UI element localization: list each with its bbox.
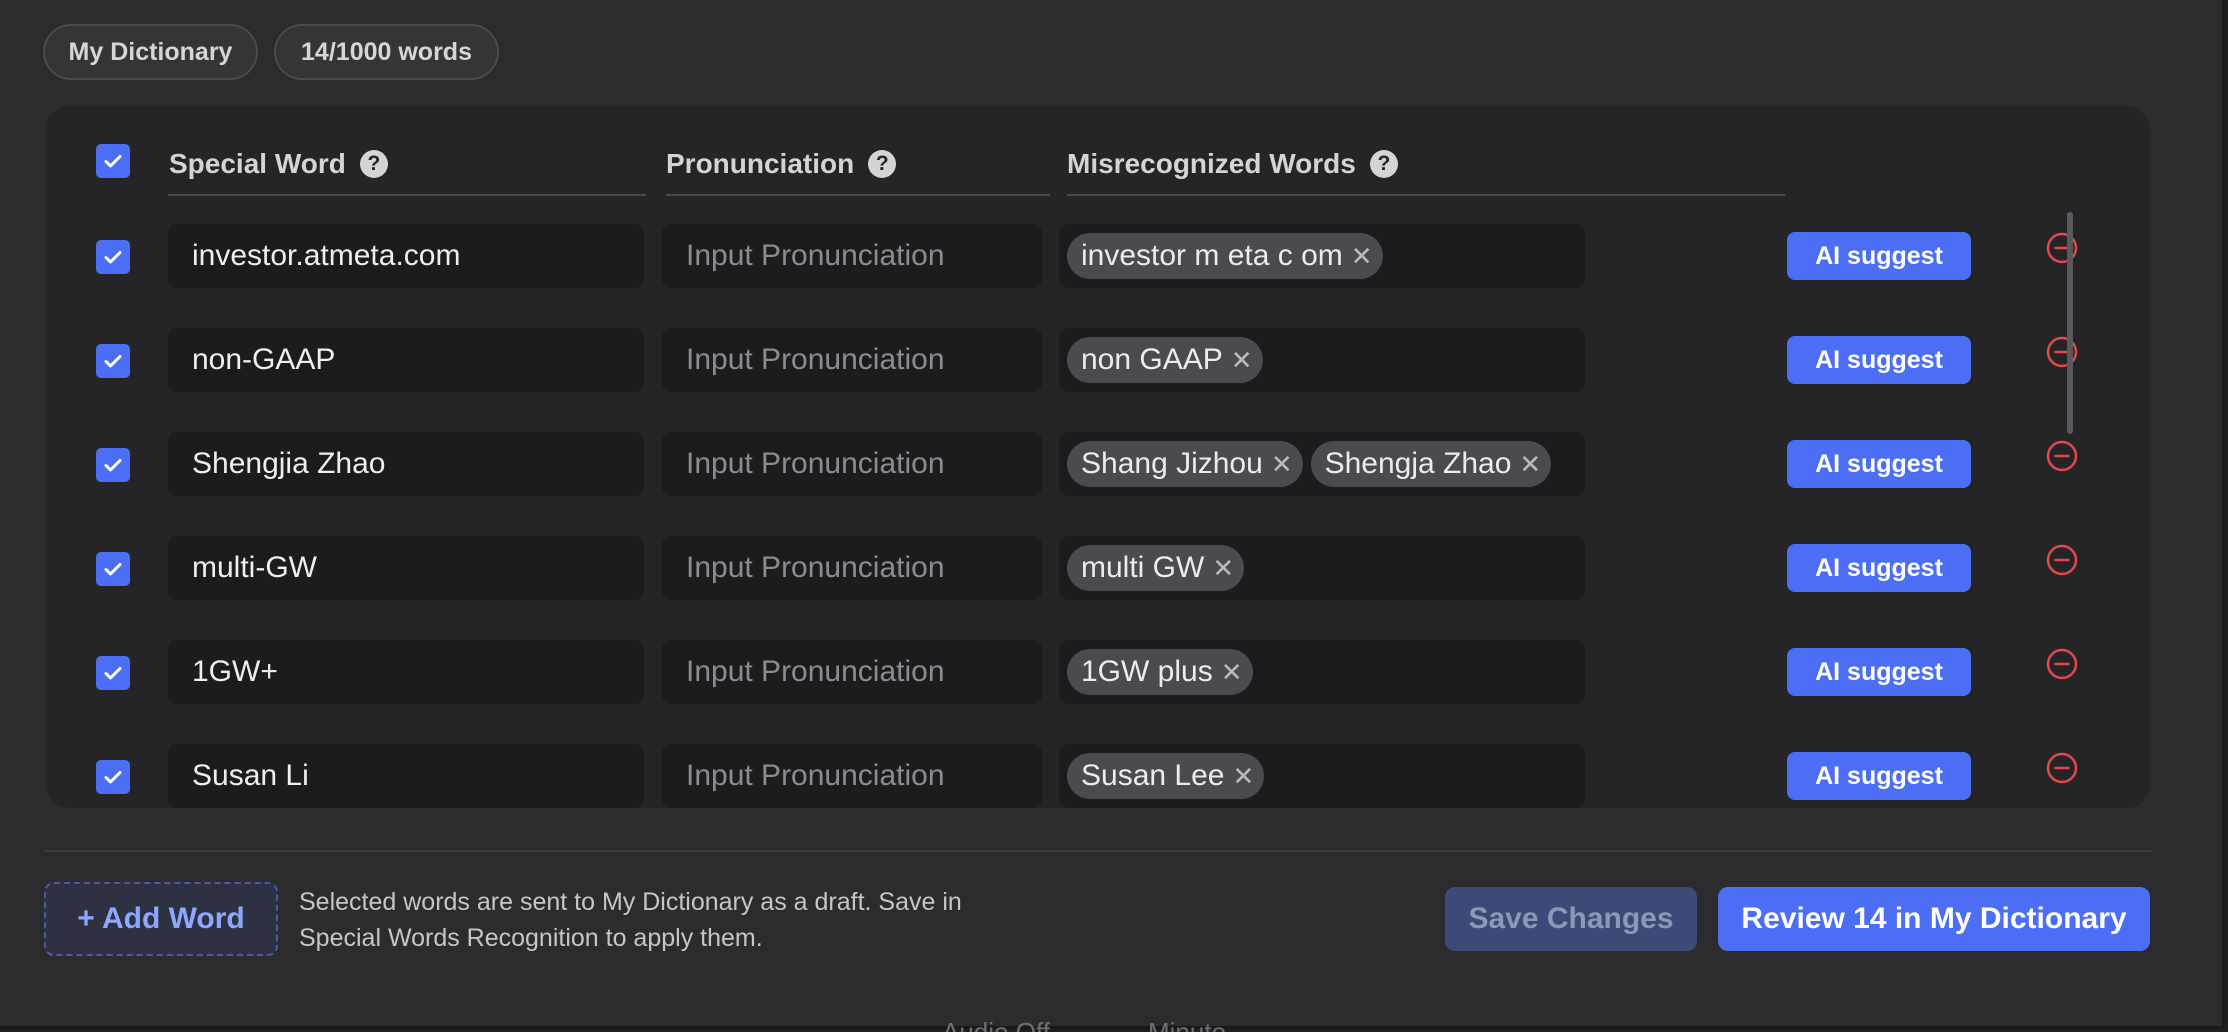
column-header-label: Pronunciation — [666, 148, 855, 179]
save-changes-button[interactable]: Save Changes — [1445, 887, 1697, 951]
background-audio-label: Audio Off — [942, 1017, 1050, 1032]
add-word-button[interactable]: + Add Word — [44, 882, 278, 956]
checkbox-checked-icon — [104, 155, 122, 168]
chip-label: Shengja Zhao — [1324, 447, 1512, 480]
row-checkbox[interactable] — [96, 552, 130, 586]
column-header-label: Special Word — [169, 148, 346, 179]
pronunciation-input[interactable]: Input Pronunciation — [662, 536, 1042, 600]
checkbox-checked-icon — [104, 667, 122, 680]
misrecognized-chip: 1GW plus ✕ — [1067, 649, 1253, 695]
close-x-icon[interactable]: ✕ — [1351, 241, 1373, 272]
chip-label: investor m eta c om — [1081, 239, 1343, 272]
chip-label: non GAAP — [1081, 343, 1223, 376]
misrecognized-words-field[interactable]: multi GW ✕ — [1059, 536, 1585, 600]
special-words-panel: My Dictionary 14/1000 words Special Word… — [0, 0, 2225, 1029]
row-checkbox[interactable] — [96, 656, 130, 690]
pronunciation-input[interactable]: Input Pronunciation — [662, 640, 1042, 704]
pronunciation-input[interactable]: Input Pronunciation — [662, 744, 1042, 808]
table-row: non-GAAP Input Pronunciation non GAAP ✕ AI s… — [46, 328, 2150, 394]
draft-note: Selected words are sent to My Dictionary… — [299, 888, 962, 952]
table-row: Susan Li Input Pronunciation Susan Lee ✕ AI … — [46, 744, 2150, 808]
misrecognized-chip: investor m eta c om ✕ — [1067, 233, 1383, 279]
column-header-label: Misrecognized Words — [1067, 148, 1356, 179]
misrecognized-chip: Susan Lee ✕ — [1067, 753, 1265, 799]
word-count-badge: 14/1000 words — [274, 24, 499, 80]
checkbox-checked-icon — [104, 355, 122, 368]
misrecognized-chip: Shengja Zhao ✕ — [1310, 441, 1552, 487]
ai-suggest-button[interactable]: AI suggest — [1787, 440, 1971, 488]
misrecognized-words-field[interactable]: 1GW plus ✕ — [1059, 640, 1585, 704]
checkbox-checked-icon — [104, 251, 122, 264]
table-row: investor.atmeta.com Input Pronunciation in… — [46, 224, 2150, 290]
table-row: 1GW+ Input Pronunciation 1GW plus ✕ AI sugge… — [46, 640, 2150, 706]
help-icon[interactable]: ? — [1369, 150, 1398, 178]
checkbox-checked-icon — [104, 459, 122, 472]
close-x-icon[interactable]: ✕ — [1231, 345, 1253, 376]
remove-circle-icon[interactable] — [2046, 544, 2078, 576]
pronunciation-input[interactable]: Input Pronunciation — [662, 432, 1042, 496]
row-checkbox[interactable] — [96, 448, 130, 482]
close-x-icon[interactable]: ✕ — [1271, 449, 1293, 480]
misrecognized-chip: non GAAP ✕ — [1067, 337, 1263, 383]
row-checkbox[interactable] — [96, 240, 130, 274]
table-row: Shengjia Zhao Input Pronunciation Shang Ji… — [46, 432, 2150, 498]
my-dictionary-tab[interactable]: My Dictionary — [43, 24, 258, 80]
checkbox-checked-icon — [104, 563, 122, 576]
review-dictionary-button[interactable]: Review 14 in My Dictionary — [1718, 887, 2150, 951]
chip-label: multi GW — [1081, 551, 1205, 584]
special-word-input[interactable]: non-GAAP — [168, 328, 644, 392]
close-x-icon[interactable]: ✕ — [1212, 553, 1234, 584]
remove-circle-icon[interactable] — [2046, 752, 2078, 784]
remove-circle-icon[interactable] — [2046, 336, 2078, 368]
help-icon[interactable]: ? — [359, 150, 388, 178]
misrecognized-chip: multi GW ✕ — [1067, 545, 1245, 591]
chip-label: Shang Jizhou — [1081, 447, 1263, 480]
remove-circle-icon[interactable] — [2046, 232, 2078, 264]
misrecognized-words-field[interactable]: Shang Jizhou ✕ Shengja Zhao ✕ — [1059, 432, 1585, 496]
special-word-input[interactable]: Shengjia Zhao — [168, 432, 644, 496]
ai-suggest-button[interactable]: AI suggest — [1787, 648, 1971, 696]
close-x-icon[interactable]: ✕ — [1232, 761, 1254, 792]
misrecognized-chip: Shang Jizhou ✕ — [1067, 441, 1303, 487]
special-word-input[interactable]: multi-GW — [168, 536, 644, 600]
ai-suggest-button[interactable]: AI suggest — [1787, 544, 1971, 592]
chip-label: Susan Lee — [1081, 759, 1225, 792]
special-word-input[interactable]: investor.atmeta.com — [168, 224, 644, 288]
header-underline — [168, 194, 646, 196]
table-scrollbar[interactable] — [2067, 212, 2073, 434]
header-underline — [1067, 194, 1785, 196]
column-header-special-word: Special Word ? — [169, 142, 388, 186]
checkbox-checked-icon — [104, 771, 122, 784]
background-minute-label: Minute — [1148, 1017, 1227, 1032]
help-icon[interactable]: ? — [868, 150, 897, 178]
column-header-misrecognized: Misrecognized Words ? — [1067, 142, 1398, 186]
header-underline — [666, 194, 1050, 196]
special-word-input[interactable]: Susan Li — [168, 744, 644, 808]
row-checkbox[interactable] — [96, 344, 130, 378]
remove-circle-icon[interactable] — [2046, 440, 2078, 472]
row-checkbox[interactable] — [96, 760, 130, 794]
column-header-pronunciation: Pronunciation ? — [666, 142, 897, 186]
close-x-icon[interactable]: ✕ — [1519, 449, 1541, 480]
misrecognized-words-field[interactable]: investor m eta c om ✕ — [1059, 224, 1585, 288]
remove-circle-icon[interactable] — [2046, 648, 2078, 680]
misrecognized-words-field[interactable]: Susan Lee ✕ — [1059, 744, 1585, 808]
words-table: Special Word ? Pronunciation ? Misrecogn… — [46, 106, 2150, 808]
ai-suggest-button[interactable]: AI suggest — [1787, 232, 1971, 280]
special-word-input[interactable]: 1GW+ — [168, 640, 644, 704]
chip-label: 1GW plus — [1081, 655, 1213, 688]
close-x-icon[interactable]: ✕ — [1221, 657, 1243, 688]
select-all-checkbox[interactable] — [96, 144, 130, 178]
misrecognized-words-field[interactable]: non GAAP ✕ — [1059, 328, 1585, 392]
footer-divider — [44, 850, 2152, 852]
ai-suggest-button[interactable]: AI suggest — [1787, 336, 1971, 384]
pronunciation-input[interactable]: Input Pronunciation — [662, 224, 1042, 288]
ai-suggest-button[interactable]: AI suggest — [1787, 752, 1971, 800]
pronunciation-input[interactable]: Input Pronunciation — [662, 328, 1042, 392]
table-row: multi-GW Input Pronunciation multi GW ✕ AI s… — [46, 536, 2150, 602]
